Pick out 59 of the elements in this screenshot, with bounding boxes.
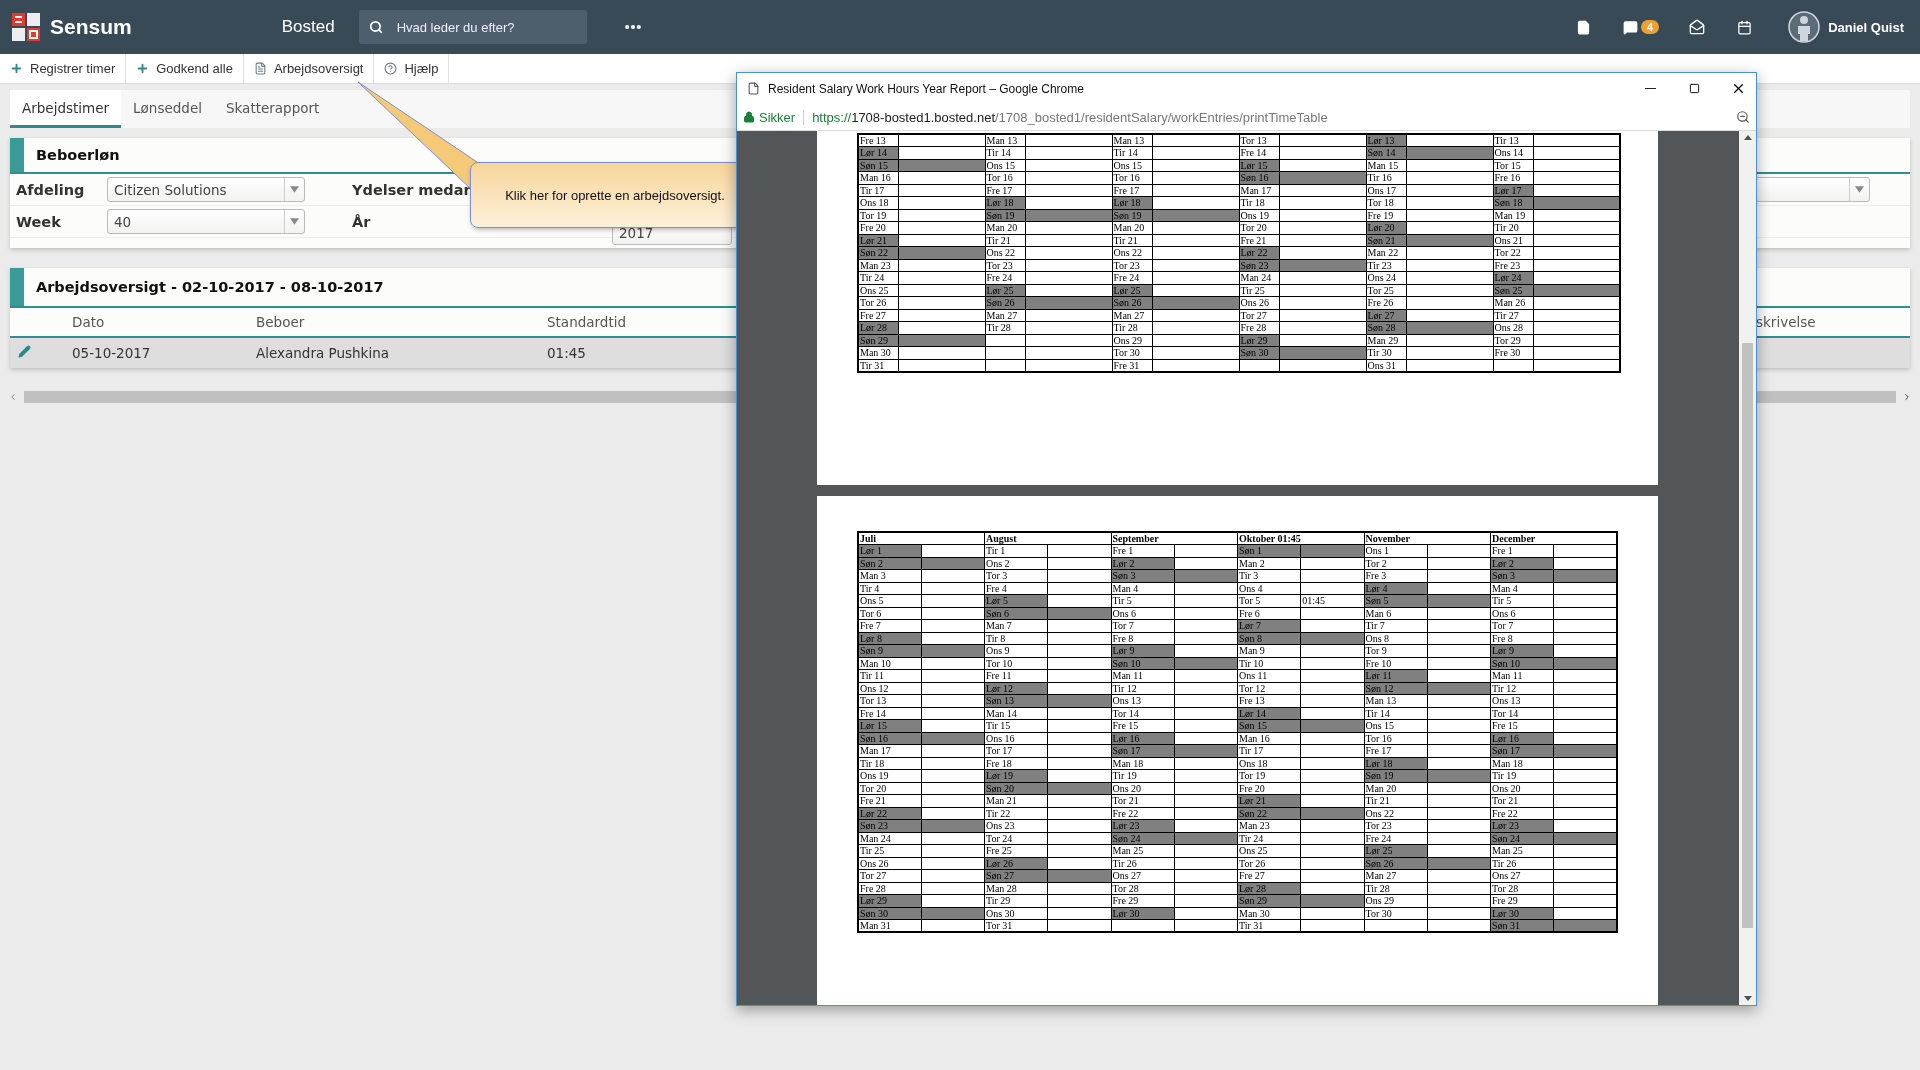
- mail-icon[interactable]: [1689, 19, 1706, 35]
- user-name[interactable]: Daniel Quist: [1828, 19, 1904, 35]
- address-field[interactable]: https://1708-bosted1.bosted.net/1708_bosted1/residentSalary/workEntries/printTimeTable: [812, 109, 1736, 125]
- field-label: Afdeling: [16, 181, 86, 198]
- brand-name: Sensum: [50, 15, 132, 39]
- table-cell-text: Alexandra Pushkina: [256, 345, 390, 361]
- scroll-down-icon[interactable]: [1743, 996, 1752, 1001]
- month-header: Oktober 01:45: [1237, 532, 1364, 545]
- month-header: December: [1490, 532, 1617, 545]
- day-cell: Fre 13: [858, 134, 898, 147]
- column-header[interactable]: Dato: [72, 314, 256, 330]
- day-cell: Man 13: [1112, 134, 1152, 147]
- column-header[interactable]: Standardtid: [547, 314, 730, 330]
- plus-icon: [136, 62, 150, 75]
- document-icon[interactable]: [1576, 19, 1591, 35]
- month-header: August: [984, 532, 1111, 545]
- scroll-up-icon[interactable]: [1743, 135, 1752, 140]
- scroll-right-icon[interactable]: [1902, 392, 1912, 402]
- search-icon: [368, 20, 383, 34]
- pencil-icon[interactable]: [18, 345, 31, 358]
- document-icon: [253, 62, 267, 75]
- tab[interactable]: Lønseddel: [121, 90, 214, 128]
- minimize-icon: [1644, 88, 1656, 89]
- plus-icon: [10, 62, 23, 75]
- table-cell-text: 01:45: [547, 345, 587, 361]
- search-field[interactable]: Hvad leder du efter?: [358, 10, 587, 44]
- lock-icon: [743, 111, 755, 123]
- zoom-icon[interactable]: [1736, 110, 1750, 124]
- chat-icon[interactable]: [1623, 19, 1638, 35]
- dropdown-field[interactable]: 40: [107, 209, 305, 234]
- notification-badge: 4: [1641, 20, 1660, 34]
- field-label: Ydelser medar: [352, 181, 471, 198]
- module-name: Bosted: [281, 17, 335, 37]
- maximize-icon: [1688, 83, 1700, 94]
- day-cell: Lør 13: [1366, 134, 1406, 147]
- column-header[interactable]: skrivelse: [1756, 314, 1910, 330]
- day-cell: Tor 13: [1239, 134, 1279, 147]
- calendar-icon[interactable]: [1737, 19, 1753, 35]
- window-title: Resident Salary Work Hours Year Report – Google Chrome: [768, 81, 1084, 96]
- month-header: Juli: [858, 532, 985, 545]
- table-cell-text: 05-10-2017: [72, 345, 152, 361]
- logo-icon: [12, 13, 40, 41]
- page-icon: [747, 82, 760, 95]
- dropdown-field[interactable]: [1755, 177, 1870, 202]
- field-label: År: [352, 213, 372, 230]
- day-cell: Man 13: [985, 134, 1025, 147]
- month-header: November: [1364, 532, 1491, 545]
- security-label: Sikker: [759, 109, 805, 125]
- tab[interactable]: Arbejdstimer: [10, 90, 122, 128]
- day-cell: Tir 13: [1493, 134, 1533, 147]
- panel-title: Arbejdsoversigt - 02-10-2017 - 08-10-2017: [35, 279, 384, 295]
- column-header[interactable]: Beboer: [256, 314, 547, 330]
- avatar-icon[interactable]: [1788, 11, 1821, 43]
- month-header: September: [1111, 532, 1238, 545]
- panel-title: Beboerløn: [35, 147, 120, 163]
- tab[interactable]: Skatterapport: [213, 90, 332, 128]
- help-icon: [384, 62, 398, 75]
- dropdown-field[interactable]: Citizen Solutions: [107, 177, 305, 202]
- field-label: Week: [16, 213, 62, 230]
